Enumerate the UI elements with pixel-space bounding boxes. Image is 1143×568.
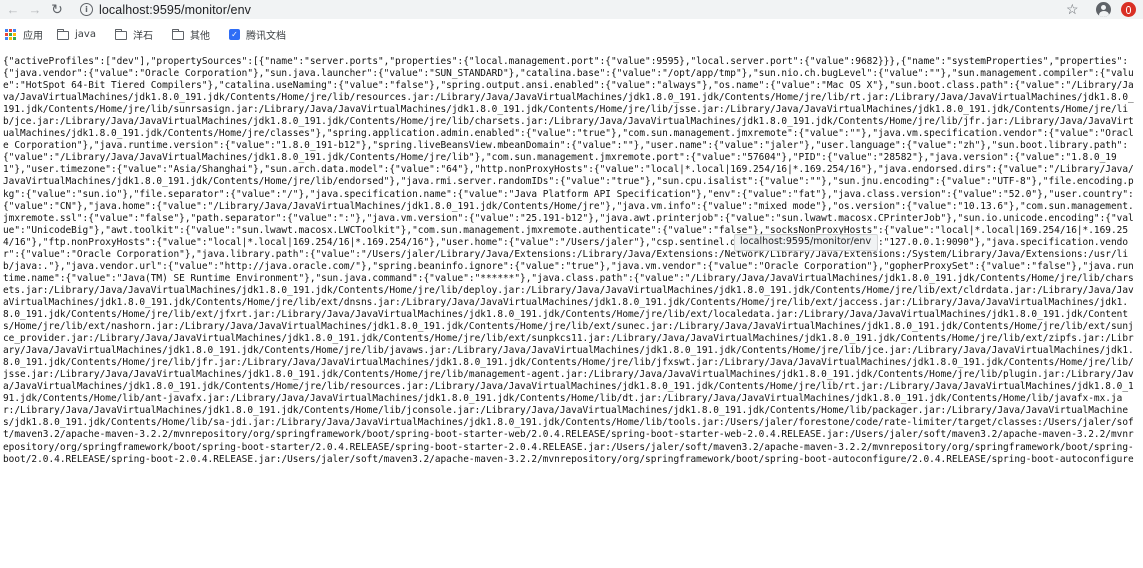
back-arrow-icon[interactable]: ← [2,0,24,19]
star-icon[interactable]: ☆ [1066,0,1079,19]
bookmark-label: java [75,29,96,40]
link-status-bubble: localhost:9595/monitor/env [734,234,879,251]
bookmark-yangshi[interactable]: 洋石 [114,27,153,42]
folder-icon [171,28,184,40]
folder-icon [56,28,69,40]
address-url[interactable]: localhost:9595/monitor/env [99,3,251,17]
json-response-text: {"activeProfiles":["dev"],"propertySourc… [3,56,1134,465]
reload-icon[interactable]: ↻ [46,0,68,19]
bookmark-label: 腾讯文档 [245,31,286,42]
bookmarks-bar: 应用 java 洋石 其他 ✓ 腾讯文档 [0,26,1143,43]
bookmark-label: 其他 [189,31,210,42]
profile-avatar-icon[interactable] [1096,2,1111,17]
address-bar[interactable]: i localhost:9595/monitor/env [80,1,1086,18]
forward-arrow-icon[interactable]: → [24,0,46,19]
tencent-docs-icon: ✓ [228,29,240,40]
bookmark-label: 应用 [23,31,43,42]
bookmark-label: 洋石 [132,31,153,42]
bookmark-apps[interactable]: 应用 [5,27,43,42]
apps-grid-icon [5,29,16,40]
opera-extension-icon[interactable] [1121,2,1136,17]
bookmark-java[interactable]: java [56,28,96,40]
browser-toolbar: ← → ↻ i localhost:9595/monitor/env ☆ [0,0,1143,19]
info-icon[interactable]: i [80,3,93,16]
bookmark-tencent-docs[interactable]: ✓ 腾讯文档 [228,27,286,42]
bookmark-other[interactable]: 其他 [171,27,210,42]
folder-icon [114,28,127,40]
